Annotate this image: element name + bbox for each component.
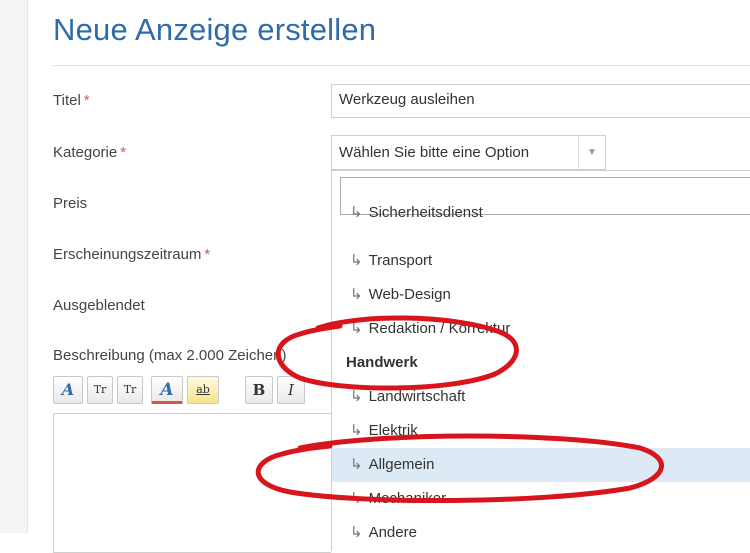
title-input[interactable]: Werkzeug ausleihen [331,84,750,118]
option-label: Allgemein [368,456,435,473]
category-label-text: Kategorie [53,144,118,161]
title-label: Titel * [53,92,90,109]
required-marker: * [120,144,127,161]
dropdown-option[interactable]: ↳ Mechaniker [332,482,750,516]
group-label: Handwerk [346,354,418,371]
description-editor[interactable] [53,413,331,553]
dropdown-option[interactable]: ↳ Elektrik [332,414,750,448]
option-label: Transport [368,252,433,269]
arrow-icon: ↳ [350,456,363,473]
dropdown-option[interactable]: ↳ Landwirtschaft [332,380,750,414]
category-dropdown: ↳ Sicherheitsdienst ↳ Transport ↳ Web-Desig… [331,170,750,551]
arrow-icon: ↳ [350,490,363,507]
text-style-icon[interactable]: A [53,376,83,404]
period-label-text: Erscheinungszeitraum [53,246,202,263]
arrow-icon: ↳ [350,388,363,405]
title-label-text: Titel [53,92,81,109]
option-label: Sicherheitsdienst [368,204,483,221]
period-label: Erscheinungszeitraum * [53,246,210,263]
required-marker: * [83,92,90,109]
dropdown-option-highlighted[interactable]: ↳ Allgemein [332,448,750,482]
arrow-icon: ↳ [350,252,363,269]
dropdown-group-header: Handwerk [332,346,750,380]
hidden-label-text: Ausgeblendet [53,297,145,314]
page-title: Neue Anzeige erstellen [53,12,377,47]
left-margin [0,0,28,533]
option-label: Elektrik [368,422,418,439]
chevron-down-icon[interactable]: ▼ [578,136,605,169]
title-divider [53,65,750,66]
dropdown-option[interactable]: ↳ Web-Design [332,278,750,312]
dropdown-option[interactable]: ↳ Redaktion / Korrektur [332,312,750,346]
subscript-icon[interactable]: Tr [117,376,143,404]
hidden-label: Ausgeblendet [53,297,145,314]
price-label: Preis [53,195,87,212]
dropdown-option[interactable]: ↳ Transport [332,244,750,278]
category-select[interactable]: Wählen Sie bitte eine Option ▼ [331,135,606,170]
option-label: Landwirtschaft [368,388,466,405]
dropdown-option[interactable]: ↳ Andere [332,516,750,550]
bold-icon[interactable]: B [245,376,273,404]
highlight-color-icon[interactable]: ab [187,376,219,404]
arrow-icon: ↳ [350,422,363,439]
option-label: Mechaniker [368,490,447,507]
arrow-icon: ↳ [350,204,363,221]
category-select-value: Wählen Sie bitte eine Option [339,144,530,161]
required-marker: * [204,246,211,263]
italic-icon[interactable]: I [277,376,305,404]
option-label: Redaktion / Korrektur [368,320,511,337]
price-label-text: Preis [53,195,88,212]
dropdown-option[interactable]: ↳ Sicherheitsdienst [332,196,750,230]
arrow-icon: ↳ [350,320,363,337]
font-color-icon[interactable]: A [151,376,183,404]
editor-toolbar: A Tr Tr A ab B I [53,372,331,410]
arrow-icon: ↳ [350,286,363,303]
superscript-icon[interactable]: Tr [87,376,113,404]
category-label: Kategorie * [53,144,126,161]
option-label: Web-Design [368,286,451,303]
description-label: Beschreibung (max 2.000 Zeichen) [53,347,287,364]
